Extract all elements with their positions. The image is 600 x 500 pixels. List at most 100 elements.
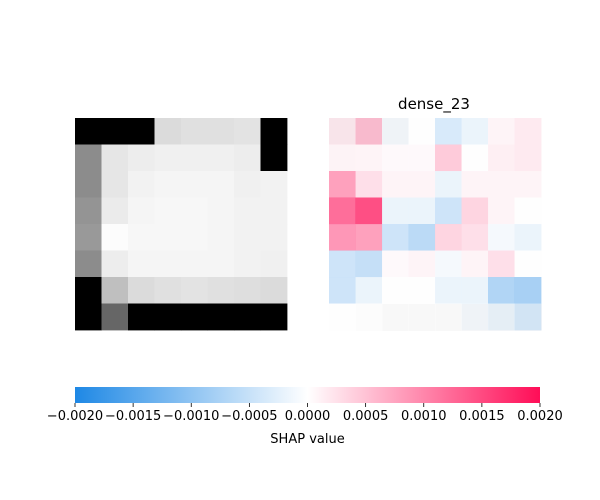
shap-cell — [355, 118, 383, 145]
panel-title: dense_23 — [398, 95, 470, 114]
shap-cell — [329, 303, 356, 331]
input-pixel — [128, 197, 155, 225]
input-pixel — [181, 277, 208, 304]
input-pixel — [234, 118, 261, 145]
shap-cell — [355, 197, 383, 225]
input-pixel — [234, 144, 261, 172]
shap-cell — [488, 303, 515, 331]
input-pixel — [260, 118, 288, 145]
colorbar-tick-label: 0.0000 — [285, 409, 331, 424]
input-pixel — [75, 171, 102, 198]
input-pixel — [234, 303, 261, 331]
colorbar: −0.0020 −0.0015 −0.0010 −0.0005 0.0000 0.0005… — [47, 387, 563, 447]
input-pixel — [260, 197, 288, 225]
shap-cell — [355, 144, 383, 172]
colorbar-ticks: −0.0020 −0.0015 −0.0010 −0.0005 0.0000 0.0005… — [47, 403, 563, 424]
input-pixel — [181, 250, 208, 278]
shap-cell — [514, 277, 542, 304]
shap-cell — [514, 171, 542, 198]
input-pixel — [101, 197, 129, 225]
input-pixel — [75, 277, 102, 304]
input-pixel — [260, 303, 288, 331]
input-pixel — [207, 303, 235, 331]
shap-cell — [435, 171, 462, 198]
input-pixel — [128, 144, 155, 172]
shap-cell — [461, 277, 489, 304]
input-pixel — [207, 224, 235, 251]
shap-cell — [355, 171, 383, 198]
input-pixel — [154, 303, 182, 331]
shap-cell — [408, 250, 436, 278]
input-pixel — [154, 144, 182, 172]
shap-cell — [514, 224, 542, 251]
shap-cell — [355, 303, 383, 331]
input-pixel — [260, 171, 288, 198]
shap-cell — [461, 171, 489, 198]
shap-cell — [435, 197, 462, 225]
input-pixel — [154, 277, 182, 304]
input-pixel — [207, 197, 235, 225]
input-pixel — [75, 118, 102, 145]
shap-cell — [488, 197, 515, 225]
input-pixel — [234, 197, 261, 225]
shap-cell — [435, 250, 462, 278]
shap-cell — [461, 197, 489, 225]
input-pixel — [207, 277, 235, 304]
input-pixel — [207, 118, 235, 145]
shap-figure: dense_23 −0.0020 −0.0015 −0.0010 −0.0005 0.0… — [47, 95, 563, 447]
input-pixel — [75, 250, 102, 278]
colorbar-tick-label: 0.0020 — [517, 409, 563, 424]
input-pixel — [75, 197, 102, 225]
shap-cell — [408, 197, 436, 225]
shap-cell — [435, 144, 462, 172]
shap-cell — [329, 250, 356, 278]
shap-cell — [488, 224, 515, 251]
input-pixel — [234, 224, 261, 251]
input-pixel — [101, 303, 129, 331]
input-pixel — [154, 118, 182, 145]
shap-cell — [382, 250, 409, 278]
colorbar-tick-label: 0.0005 — [343, 409, 389, 424]
input-pixel — [260, 277, 288, 304]
shap-cell — [514, 118, 542, 145]
input-pixel — [101, 171, 129, 198]
shap-cell — [408, 118, 436, 145]
shap-cell — [382, 197, 409, 225]
shap-cell — [382, 171, 409, 198]
shap-cell — [514, 197, 542, 225]
shap-map-panel: dense_23 — [329, 95, 542, 331]
input-pixel — [75, 303, 102, 331]
shap-cell — [461, 250, 489, 278]
shap-cell — [329, 277, 356, 304]
input-pixel — [101, 277, 129, 304]
shap-cell — [461, 118, 489, 145]
input-pixel — [260, 224, 288, 251]
input-pixel — [128, 118, 155, 145]
colorbar-tick-label: −0.0020 — [47, 409, 103, 424]
input-pixel — [75, 224, 102, 251]
shap-cell — [435, 118, 462, 145]
input-pixel — [234, 250, 261, 278]
shap-cell — [382, 303, 409, 331]
shap-cell — [435, 303, 462, 331]
input-pixel — [128, 277, 155, 304]
shap-cell — [461, 144, 489, 172]
input-pixel — [101, 118, 129, 145]
input-pixel — [181, 118, 208, 145]
input-pixel — [101, 224, 129, 251]
shap-cell — [382, 144, 409, 172]
colorbar-gradient — [75, 387, 540, 403]
input-pixel — [128, 171, 155, 198]
shap-cell — [435, 224, 462, 251]
shap-cell — [329, 171, 356, 198]
input-pixel — [154, 224, 182, 251]
shap-cell — [382, 277, 409, 304]
input-pixel — [154, 250, 182, 278]
shap-cell — [514, 250, 542, 278]
shap-cell — [488, 144, 515, 172]
shap-cell — [329, 118, 356, 145]
input-pixel — [181, 303, 208, 331]
shap-cell — [488, 250, 515, 278]
colorbar-tick-label: −0.0010 — [163, 409, 219, 424]
input-pixel — [207, 171, 235, 198]
